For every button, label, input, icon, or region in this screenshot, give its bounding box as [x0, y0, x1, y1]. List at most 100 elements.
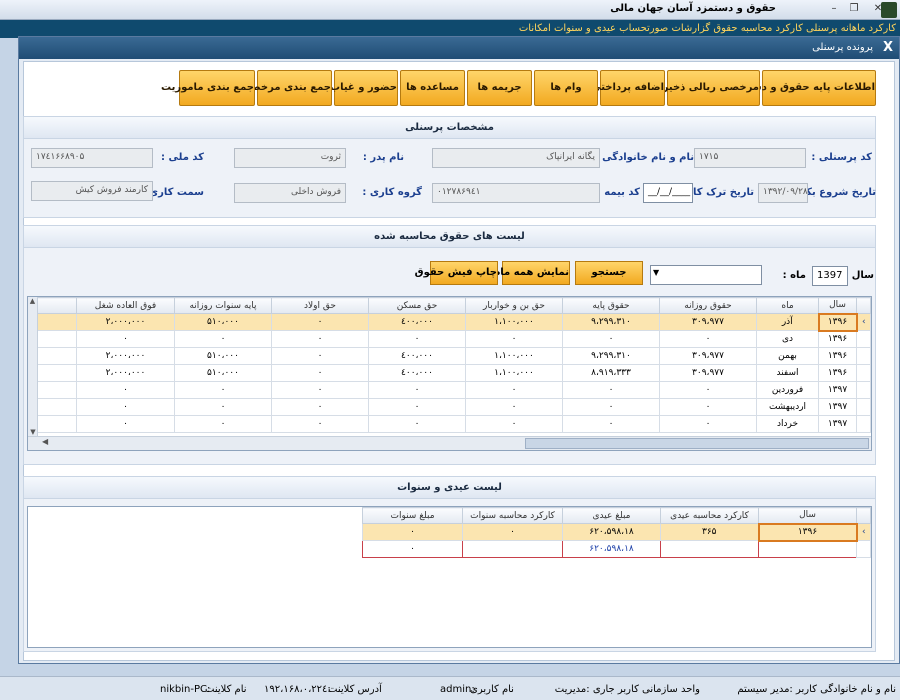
table-row[interactable]: › ١٣٩۶ ٣۶۵ ١٨،۵٩٨،۶٢٠ ٠ ٠: [362, 522, 871, 542]
col-year[interactable]: سال: [818, 297, 857, 314]
cell-bonus-workdays[interactable]: ٣۶۵: [660, 523, 759, 541]
year-input[interactable]: 1397: [812, 266, 848, 286]
cell-housing[interactable]: ٤٠٠،٠٠٠: [368, 313, 466, 331]
table-row[interactable]: ١٣٩٧ اردیبهشت ٠ ٠ ٠ ٠ ٠ ٠ ٠: [28, 398, 871, 416]
cell-bonus-amount[interactable]: ١٨،۵٩٨،۶٢٠: [562, 523, 661, 541]
col-daily-wage[interactable]: حقوق روزانه: [659, 297, 757, 314]
cell-child-allowance[interactable]: ٠: [271, 364, 369, 382]
attendance-button[interactable]: حضور و غیاب: [330, 70, 398, 106]
cell-housing[interactable]: ٠: [368, 381, 466, 399]
cell-year[interactable]: ١٣٩۶: [818, 330, 857, 348]
cell-job-extra[interactable]: ٢،٠٠٠،٠٠٠: [76, 313, 175, 331]
cell-base-salary[interactable]: ٠: [562, 398, 660, 416]
cell-food-allowance[interactable]: ٠: [465, 330, 563, 348]
show-all-months-button[interactable]: نمایش همه ماه ها: [480, 261, 570, 285]
table-row[interactable]: ١٣٩٧ خرداد ٠ ٠ ٠ ٠ ٠ ٠ ٠: [28, 415, 871, 433]
cell-base-salary[interactable]: ٠: [562, 330, 660, 348]
col-housing[interactable]: حق مسکن: [368, 297, 466, 314]
cell-year[interactable]: ١٣٩۶: [817, 312, 858, 332]
cell-job-extra[interactable]: ٢،٠٠٠،٠٠٠: [76, 347, 175, 365]
dialog-close-icon[interactable]: X: [883, 40, 893, 56]
cell-seniority-daily[interactable]: ٠: [174, 398, 272, 416]
cell-daily-wage[interactable]: ٣٠٩،٩٧٧: [659, 347, 757, 365]
cell-daily-wage[interactable]: ٠: [659, 398, 757, 416]
cell-year[interactable]: ١٣٩٧: [818, 381, 857, 399]
month-select[interactable]: ▼: [650, 265, 762, 285]
cell-month[interactable]: اسفند: [756, 364, 819, 382]
cell-food-allowance[interactable]: ٠: [465, 381, 563, 399]
cell-base-salary[interactable]: ٩،٢٩٩،٣١٠: [562, 347, 660, 365]
table-row[interactable]: ١٣٩۶ اسفند ٣٠٩،٩٧٧ ٨،٩١٩،٣٣٣ ١،١٠٠،٠٠٠ ٤…: [28, 364, 871, 382]
cell-child-allowance[interactable]: ٠: [271, 347, 369, 365]
minimize-icon[interactable]: –: [826, 2, 842, 16]
cell-food-allowance[interactable]: ١،١٠٠،٠٠٠: [465, 347, 563, 365]
cell-year[interactable]: ١٣٩۶: [818, 347, 857, 365]
col-month[interactable]: ماه: [756, 297, 819, 314]
close-icon[interactable]: ✕: [870, 2, 886, 16]
leave-date-field[interactable]: __/__/____: [643, 183, 693, 203]
col-seniority-amount[interactable]: مبلغ سنوات: [362, 507, 463, 524]
father-name-field[interactable]: ثروت: [234, 148, 346, 168]
cell-daily-wage[interactable]: ٠: [659, 381, 757, 399]
horizontal-scrollbar[interactable]: ◀: [28, 436, 871, 450]
extra-payment-button[interactable]: اضافه پرداختی: [591, 70, 665, 106]
cell-month[interactable]: دی: [756, 330, 819, 348]
cell-bonus-year[interactable]: ١٣٩۶: [757, 522, 858, 542]
cell-year[interactable]: ١٣٩٧: [818, 398, 857, 416]
col-base-salary[interactable]: حقوق پایه: [562, 297, 660, 314]
table-row[interactable]: ١٣٩٧ فروردین ٠ ٠ ٠ ٠ ٠ ٠ ٠: [28, 381, 871, 399]
cell-seniority-daily[interactable]: ٠: [174, 381, 272, 399]
cell-base-salary[interactable]: ٠: [562, 381, 660, 399]
cell-job-extra[interactable]: ٠: [76, 330, 175, 348]
cell-seniority-daily[interactable]: ۵١٠،٠٠٠: [174, 347, 272, 365]
cell-job-extra[interactable]: ٠: [76, 381, 175, 399]
mission-summary-button[interactable]: جمع بندی ماموریت: [161, 70, 255, 106]
cell-housing[interactable]: ٠: [368, 415, 466, 433]
start-date-field[interactable]: ١٣٩٢/٠٩/٢٨: [758, 183, 808, 203]
scrollbar-thumb[interactable]: [525, 438, 869, 449]
cell-daily-wage[interactable]: ٠: [659, 415, 757, 433]
col-child-allowance[interactable]: حق اولاد: [271, 297, 369, 314]
cell-daily-wage[interactable]: ٣٠٩،٩٧٧: [659, 364, 757, 382]
cell-month[interactable]: فروردین: [756, 381, 819, 399]
table-row[interactable]: ١٣٩۶ بهمن ٣٠٩،٩٧٧ ٩،٢٩٩،٣١٠ ١،١٠٠،٠٠٠ ٤٠…: [28, 347, 871, 365]
cell-housing[interactable]: ٠: [368, 330, 466, 348]
cell-food-allowance[interactable]: ١،١٠٠،٠٠٠: [465, 364, 563, 382]
fullname-field[interactable]: یگانه ایرانپاک: [432, 148, 600, 168]
cell-child-allowance[interactable]: ٠: [271, 415, 369, 433]
cell-month[interactable]: خرداد: [756, 415, 819, 433]
advances-button[interactable]: مساعده ها: [400, 70, 465, 106]
cell-job-extra[interactable]: ٠: [76, 415, 175, 433]
job-post-field[interactable]: کارمند فروش کیش: [31, 181, 153, 201]
cell-base-salary[interactable]: ٩،٢٩٩،٣١٠: [562, 313, 660, 331]
cell-daily-wage[interactable]: ٠: [659, 330, 757, 348]
loans-button[interactable]: وام ها: [534, 70, 598, 106]
insurance-code-field[interactable]: ٠١٢٧٨۶٩٤١: [432, 183, 600, 203]
cell-food-allowance[interactable]: ٠: [465, 415, 563, 433]
col-job-extra[interactable]: فوق العاده شغل: [76, 297, 175, 314]
cell-child-allowance[interactable]: ٠: [271, 313, 369, 331]
print-payslip-button[interactable]: چاپ فیش حقوق: [415, 261, 498, 285]
scroll-left-icon[interactable]: ◀: [42, 437, 48, 446]
cell-daily-wage[interactable]: ٣٠٩،٩٧٧: [659, 313, 757, 331]
col-seniority-workdays[interactable]: کارکرد محاسبه سنوات: [462, 507, 563, 524]
cell-food-allowance[interactable]: ١،١٠٠،٠٠٠: [465, 313, 563, 331]
cell-child-allowance[interactable]: ٠: [271, 398, 369, 416]
cell-month[interactable]: اردیبهشت: [756, 398, 819, 416]
cell-base-salary[interactable]: ٨،٩١٩،٣٣٣: [562, 364, 660, 382]
search-button[interactable]: جستجو: [575, 261, 643, 285]
saved-rial-leave-button[interactable]: مرخصی ریالی ذخیره شده: [632, 70, 760, 106]
cell-housing[interactable]: ٠: [368, 398, 466, 416]
penalties-button[interactable]: جریمه ها: [467, 70, 532, 106]
col-bonus-amount[interactable]: مبلغ عیدی: [562, 507, 661, 524]
cell-job-extra[interactable]: ٠: [76, 398, 175, 416]
cell-seniority-amount[interactable]: ٠: [362, 523, 463, 541]
leave-summary-button[interactable]: جمع بندی مرخصی: [241, 70, 332, 106]
table-row[interactable]: › ١٣٩۶ آذر ٣٠٩،٩٧٧ ٩،٢٩٩،٣١٠ ١،١٠٠،٠٠٠ ٤…: [28, 312, 871, 332]
cell-child-allowance[interactable]: ٠: [271, 330, 369, 348]
cell-child-allowance[interactable]: ٠: [271, 381, 369, 399]
work-group-field[interactable]: فروش داخلی: [234, 183, 346, 203]
vertical-scrollbar[interactable]: ▲ ▼: [28, 297, 38, 436]
salary-base-info-button[interactable]: اطلاعات پایه حقوق و دستمزد: [730, 70, 876, 106]
cell-year[interactable]: ١٣٩٧: [818, 415, 857, 433]
